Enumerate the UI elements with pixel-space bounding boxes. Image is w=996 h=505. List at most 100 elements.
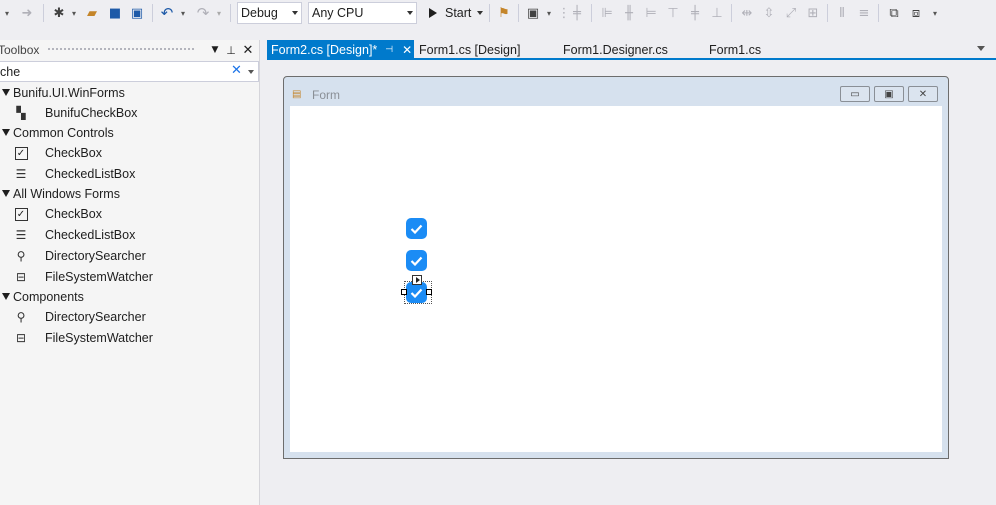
item-label: DirectorySearcher	[45, 249, 146, 263]
find-in-files-icon[interactable]: ⚑	[495, 3, 513, 23]
align-to-grid-icon[interactable]: ╪	[569, 3, 585, 23]
toolbox-item[interactable]: ⊟ FileSystemWatcher	[0, 267, 259, 287]
make-same-height-icon[interactable]: ⇳	[761, 3, 777, 23]
form-client-area[interactable]	[290, 106, 942, 452]
new-project-icon[interactable]: ✱	[50, 3, 68, 23]
toolbox-item[interactable]: ⚲ DirectorySearcher	[0, 246, 259, 266]
toolbox-item[interactable]: ☰ CheckedListBox	[0, 225, 259, 245]
expand-arrow-icon[interactable]	[2, 89, 10, 96]
checkmark-icon	[410, 288, 423, 298]
platform-select[interactable]: Any CPU	[308, 2, 417, 24]
toolbox-item[interactable]: ▚ BunifuCheckBox	[0, 103, 259, 123]
search-icon: ⚲	[16, 249, 26, 263]
bunifu-checkbox-1[interactable]	[406, 218, 427, 239]
bunifu-checkbox-2[interactable]	[406, 250, 427, 271]
pin-icon[interactable]: ⊣	[385, 45, 393, 55]
screenshot-dropdown-icon[interactable]: ▾	[544, 3, 554, 23]
tab-form1-cs[interactable]: Form1.cs	[709, 40, 761, 59]
expand-arrow-icon[interactable]	[2, 293, 10, 300]
tab-overflow-icon[interactable]	[977, 46, 985, 51]
main-toolbar: ▾ ➜ ✱ ▾ ▰ ■ ▣ ↶ ▾ ↷ ▾ Debug Any CPU Star…	[0, 0, 996, 27]
solution-config-select[interactable]: Debug	[237, 2, 302, 24]
bunifu-checkbox-icon: ▚	[16, 106, 26, 120]
group-label: All Windows Forms	[13, 187, 120, 201]
toolbox-item[interactable]: ✓ CheckBox	[0, 143, 259, 163]
save-all-icon[interactable]: ▣	[128, 3, 146, 23]
toolbar-separator	[731, 4, 732, 22]
group-all-windows-forms[interactable]: All Windows Forms	[0, 184, 259, 204]
smart-tag-icon[interactable]	[412, 275, 422, 285]
align-tops-icon[interactable]: ⊤	[665, 3, 681, 23]
bunifu-checkbox-3[interactable]	[406, 282, 427, 303]
window-position-icon[interactable]: ▼	[208, 42, 222, 58]
bring-to-front-icon[interactable]: ⧉	[886, 3, 902, 23]
item-label: FileSystemWatcher	[45, 270, 153, 284]
clear-search-icon[interactable]: ✕	[231, 63, 242, 78]
toolbox-item[interactable]: ☰ CheckedListBox	[0, 164, 259, 184]
chevron-down-icon	[407, 11, 413, 15]
chevron-down-icon	[477, 11, 484, 15]
close-icon[interactable]: ✕	[241, 42, 255, 58]
checked-list-icon: ☰	[15, 167, 27, 181]
toolbox-title: Toolbox	[0, 43, 40, 57]
toolbox-item[interactable]: ⊟ FileSystemWatcher	[0, 328, 259, 348]
toolbox-search[interactable]: ✕	[0, 61, 259, 82]
align-middles-icon[interactable]: ╪	[687, 3, 703, 23]
item-label: CheckBox	[45, 207, 102, 221]
toolbar-overflow-icon[interactable]: ▾	[930, 3, 940, 23]
pin-icon[interactable]: ⊥	[224, 42, 238, 58]
toolbox-item[interactable]: ✓ CheckBox	[0, 204, 259, 224]
design-form[interactable]: ▤ Form ▭ ▣ ✕	[283, 76, 949, 459]
align-lefts-icon[interactable]: ⊫	[599, 3, 615, 23]
forward-icon[interactable]: ➜	[17, 3, 37, 23]
group-label: Bunifu.UI.WinForms	[13, 86, 125, 100]
toolbox-header: Toolbox ▼ ⊥ ✕	[0, 40, 259, 60]
screenshot-icon[interactable]: ▣	[524, 3, 542, 23]
resize-handle-left[interactable]	[401, 289, 407, 295]
panel-splitter[interactable]	[259, 40, 267, 505]
undo-dropdown-icon[interactable]: ▾	[178, 3, 188, 23]
search-input[interactable]	[0, 63, 220, 80]
start-button[interactable]: Start	[424, 2, 484, 24]
item-label: CheckedListBox	[45, 167, 136, 181]
tab-form1-design[interactable]: Form1.cs [Design]	[419, 40, 520, 59]
form-titlebar: ▤ Form	[292, 87, 340, 103]
group-label: Common Controls	[13, 126, 114, 140]
new-project-dropdown-icon[interactable]: ▾	[69, 3, 79, 23]
horizontal-spacing-icon[interactable]: ⫴	[834, 3, 850, 23]
toolbar-separator	[827, 4, 828, 22]
align-bottoms-icon[interactable]: ⊥	[709, 3, 725, 23]
group-common-controls[interactable]: Common Controls	[0, 123, 259, 143]
vertical-spacing-icon[interactable]: ≡	[856, 3, 872, 23]
toolbar-separator	[489, 4, 490, 22]
send-to-back-icon[interactable]: ⧈	[908, 3, 924, 23]
save-icon[interactable]: ■	[106, 3, 124, 23]
toolbar-separator	[878, 4, 879, 22]
checkmark-icon	[410, 256, 423, 266]
expand-arrow-icon[interactable]	[2, 190, 10, 197]
size-to-grid-icon[interactable]: ⊞	[805, 3, 821, 23]
tab-form1-designer[interactable]: Form1.Designer.cs	[563, 40, 668, 59]
group-bunifu[interactable]: Bunifu.UI.WinForms	[0, 83, 259, 103]
maximize-icon: ▣	[874, 86, 904, 102]
chevron-down-icon[interactable]	[248, 70, 254, 74]
align-centers-icon[interactable]: ╫	[621, 3, 637, 23]
document-tabs: Form2.cs [Design]* ⊣ ✕ Form1.cs [Design]…	[267, 40, 996, 59]
panel-grip[interactable]	[47, 47, 195, 52]
redo-dropdown-icon[interactable]: ▾	[214, 3, 224, 23]
back-dropdown-icon[interactable]: ▾	[2, 3, 12, 23]
close-icon[interactable]: ✕	[402, 43, 412, 57]
open-icon[interactable]: ▰	[83, 3, 101, 23]
expand-arrow-icon[interactable]	[2, 129, 10, 136]
toolbox-item[interactable]: ⚲ DirectorySearcher	[0, 307, 259, 327]
tab-label: Form1.cs	[709, 42, 762, 57]
tab-form2-design[interactable]: Form2.cs [Design]* ⊣ ✕	[267, 40, 414, 59]
redo-icon[interactable]: ↷	[194, 3, 212, 23]
group-components[interactable]: Components	[0, 287, 259, 307]
make-same-width-icon[interactable]: ⇹	[739, 3, 755, 23]
make-same-size-icon[interactable]: ⤢	[783, 3, 799, 23]
resize-handle-right[interactable]	[426, 289, 432, 295]
align-rights-icon[interactable]: ⊨	[643, 3, 659, 23]
watcher-icon: ⊟	[15, 270, 27, 284]
undo-icon[interactable]: ↶	[158, 3, 176, 23]
